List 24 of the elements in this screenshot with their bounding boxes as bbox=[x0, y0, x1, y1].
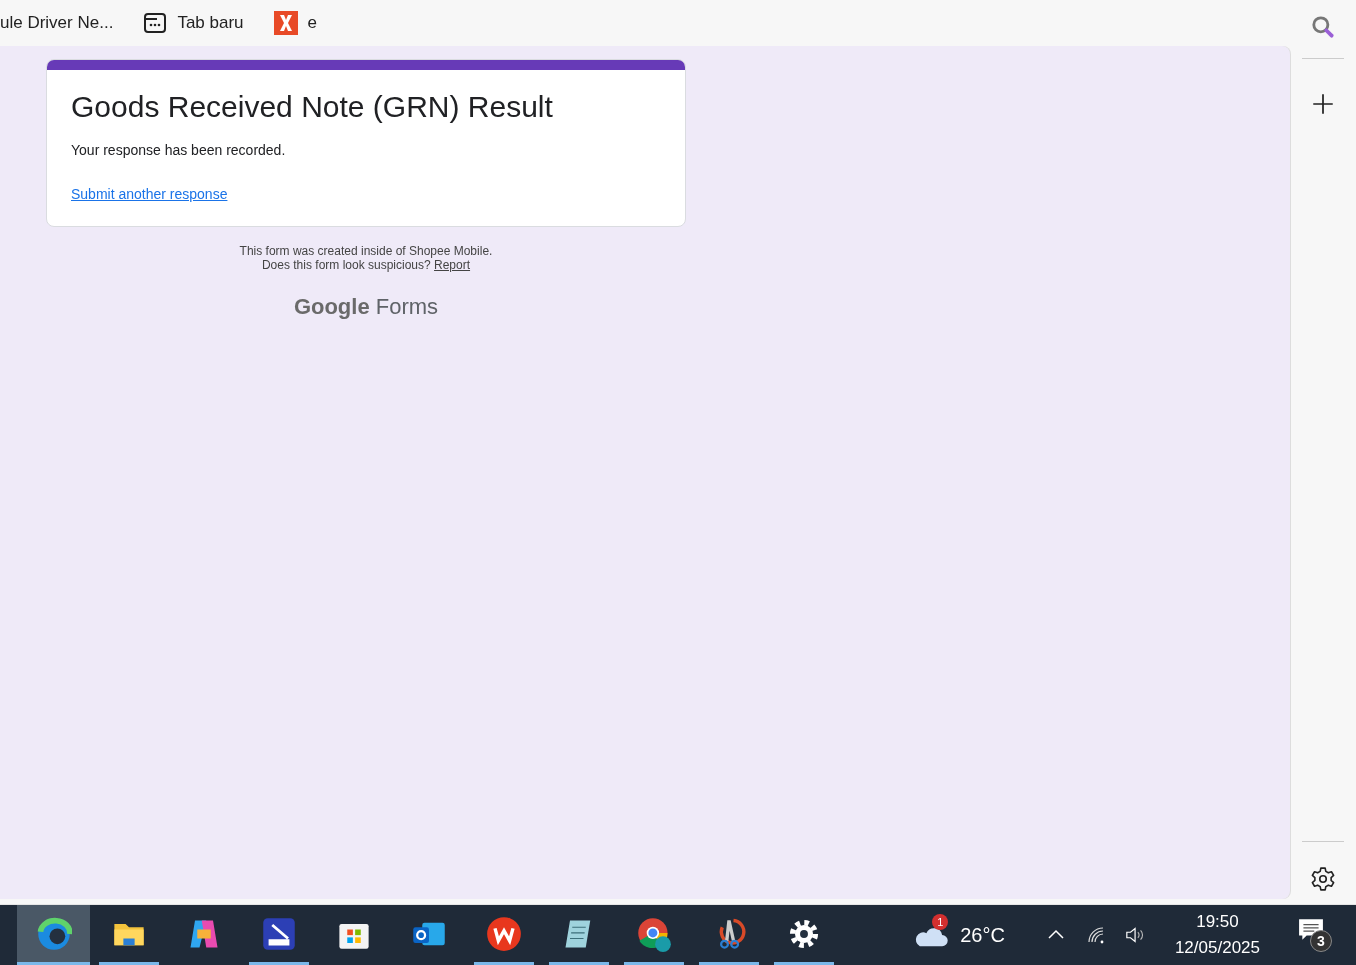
form-title: Goods Received Note (GRN) Result bbox=[71, 90, 553, 124]
notification-count: 3 bbox=[1310, 930, 1332, 952]
plus-icon[interactable] bbox=[1310, 91, 1336, 117]
office-logo-icon bbox=[485, 916, 522, 952]
submit-another-link[interactable]: Submit another response bbox=[71, 186, 228, 202]
google-forms-logo[interactable]: Google Forms bbox=[290, 292, 442, 322]
taskbar-app[interactable] bbox=[17, 905, 90, 965]
settings-icon[interactable] bbox=[1310, 866, 1336, 892]
report-link[interactable]: Report bbox=[434, 258, 471, 272]
temperature[interactable]: 26°C bbox=[960, 923, 1005, 947]
scanner-icon bbox=[260, 916, 297, 952]
browser-tab[interactable]: e bbox=[273, 11, 317, 35]
footer-text: This form was created inside of Shopee Mobile. bbox=[239, 244, 493, 258]
search-icon[interactable] bbox=[1310, 14, 1336, 40]
browser-tab[interactable]: ule Driver Ne... bbox=[0, 13, 114, 33]
x-logo-icon bbox=[273, 11, 298, 35]
confirmation-message: Your response has been recorded. bbox=[71, 142, 286, 158]
clock[interactable]: 19:50 12/05/2025 bbox=[1174, 912, 1260, 958]
new-tab-icon bbox=[143, 11, 168, 35]
footer-text: Does this form look suspicious? bbox=[261, 258, 431, 272]
weather-badge: 1 bbox=[932, 914, 949, 930]
chrome-logo-icon bbox=[635, 916, 672, 952]
browser-tab[interactable]: Tab baru bbox=[143, 11, 244, 35]
browser-logo-icon bbox=[35, 916, 72, 952]
